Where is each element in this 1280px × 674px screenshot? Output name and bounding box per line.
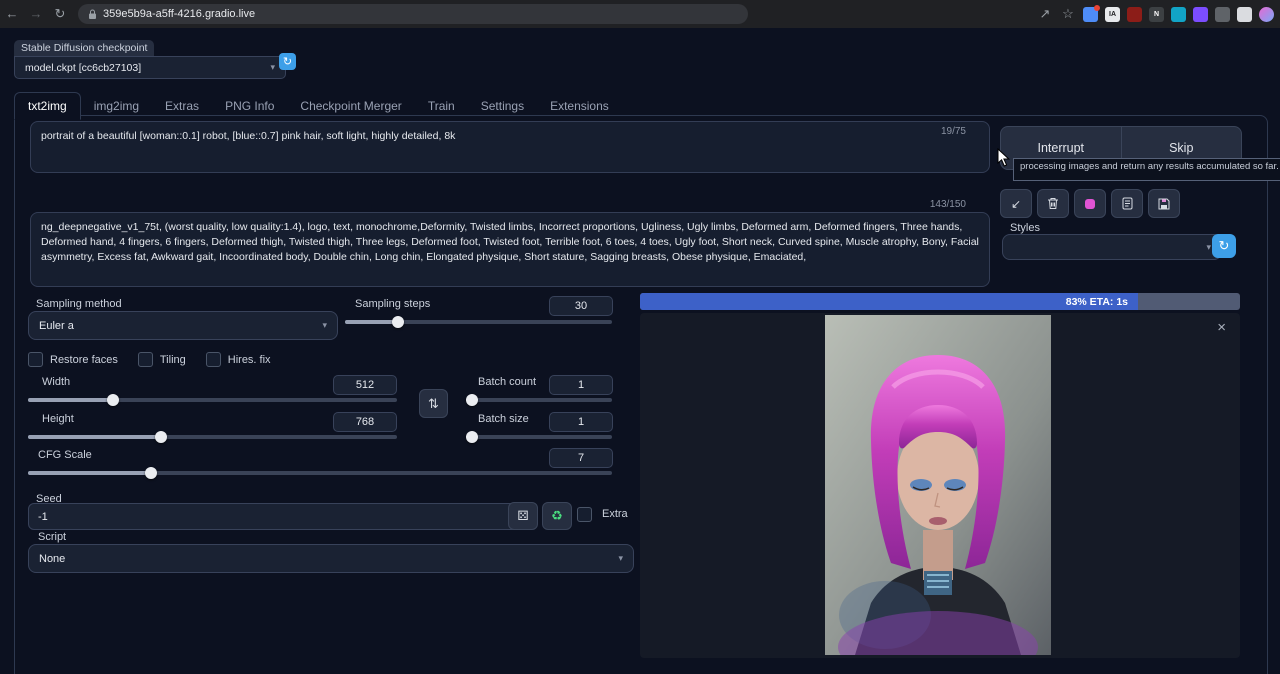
progress-text: 83% ETA: 1s xyxy=(1066,296,1128,308)
tab-checkpoint-merger[interactable]: Checkpoint Merger xyxy=(287,93,414,119)
close-image-button[interactable]: × xyxy=(1217,319,1226,336)
style-card-icon xyxy=(1122,197,1133,210)
checkpoint-label: Stable Diffusion checkpoint xyxy=(14,40,154,56)
browser-extensions-row: ↗ ☆ IA N xyxy=(1037,0,1274,28)
extra-networks-button[interactable] xyxy=(1074,189,1106,218)
profile-avatar[interactable] xyxy=(1259,7,1274,22)
chevron-down-icon: ▾ xyxy=(270,62,275,73)
share-icon[interactable]: ↗ xyxy=(1037,0,1053,28)
extension-icon-ia[interactable]: IA xyxy=(1105,7,1120,22)
bookmark-star-icon[interactable]: ☆ xyxy=(1060,0,1076,28)
extension-icon-blue[interactable] xyxy=(1083,7,1098,22)
lock-icon xyxy=(88,9,97,20)
checkpoint-refresh-button[interactable]: ↻ xyxy=(279,53,296,70)
tab-png-info[interactable]: PNG Info xyxy=(212,93,287,119)
tab-extensions[interactable]: Extensions xyxy=(537,93,622,119)
extra-networks-icon xyxy=(1085,199,1095,209)
reload-icon[interactable]: ↻ xyxy=(48,0,72,28)
negative-prompt-container: 143/150 ng_deepnegative_v1_75t, (worst q… xyxy=(30,199,990,271)
prompt-input[interactable]: portrait of a beautiful [woman::0.1] rob… xyxy=(30,121,990,173)
checkpoint-dropdown[interactable]: model.ckpt [cc6cb27103] ▾ xyxy=(14,56,286,79)
prompt-tools-row: ↙ xyxy=(1000,189,1180,218)
negative-prompt-text: ng_deepnegative_v1_75t, (worst quality, … xyxy=(41,221,979,263)
back-icon[interactable]: ← xyxy=(0,0,24,28)
screen: ← → ↻ 359e5b9a-a5ff-4216.gradio.live ↗ ☆… xyxy=(0,0,1280,674)
paste-params-button[interactable]: ↙ xyxy=(1000,189,1032,218)
progress-fill: 83% ETA: 1s xyxy=(640,293,1138,310)
side-panel-icon[interactable] xyxy=(1237,7,1252,22)
prompt-container: portrait of a beautiful [woman::0.1] rob… xyxy=(30,121,990,173)
negative-token-counter: 143/150 xyxy=(930,199,966,210)
tab-img2img[interactable]: img2img xyxy=(81,93,152,119)
tab-extras[interactable]: Extras xyxy=(152,93,212,119)
paste-icon: ↙ xyxy=(1011,197,1021,211)
extension-icon-teal[interactable] xyxy=(1171,7,1186,22)
floppy-icon xyxy=(1158,198,1170,210)
output-gallery: × xyxy=(640,313,1240,658)
tab-bar: txt2img img2img Extras PNG Info Checkpoi… xyxy=(14,92,622,119)
url-text: 359e5b9a-a5ff-4216.gradio.live xyxy=(103,8,255,20)
checkpoint-value: model.ckpt [cc6cb27103] xyxy=(25,62,141,74)
apply-style-button[interactable] xyxy=(1111,189,1143,218)
save-style-button[interactable] xyxy=(1148,189,1180,218)
extension-icon-n[interactable]: N xyxy=(1149,7,1164,22)
prompt-text: portrait of a beautiful [woman::0.1] rob… xyxy=(41,130,455,142)
tab-train[interactable]: Train xyxy=(415,93,468,119)
forward-icon[interactable]: → xyxy=(24,0,48,28)
negative-prompt-input[interactable]: ng_deepnegative_v1_75t, (worst quality, … xyxy=(30,212,990,287)
trash-icon xyxy=(1047,197,1059,210)
tab-settings[interactable]: Settings xyxy=(468,93,537,119)
address-bar[interactable]: 359e5b9a-a5ff-4216.gradio.live xyxy=(78,4,748,24)
tab-txt2img[interactable]: txt2img xyxy=(14,92,81,120)
clear-prompt-button[interactable] xyxy=(1037,189,1069,218)
puzzle-icon[interactable] xyxy=(1215,7,1230,22)
generated-image[interactable] xyxy=(825,315,1051,655)
progress-bar: 83% ETA: 1s xyxy=(640,293,1240,310)
prompt-token-counter: 19/75 xyxy=(941,126,966,137)
extension-icon-red[interactable] xyxy=(1127,7,1142,22)
extension-icon-purple[interactable] xyxy=(1193,7,1208,22)
interrupt-tooltip: processing images and return any results… xyxy=(1013,158,1280,181)
browser-toolbar: ← → ↻ 359e5b9a-a5ff-4216.gradio.live ↗ ☆… xyxy=(0,0,1280,28)
